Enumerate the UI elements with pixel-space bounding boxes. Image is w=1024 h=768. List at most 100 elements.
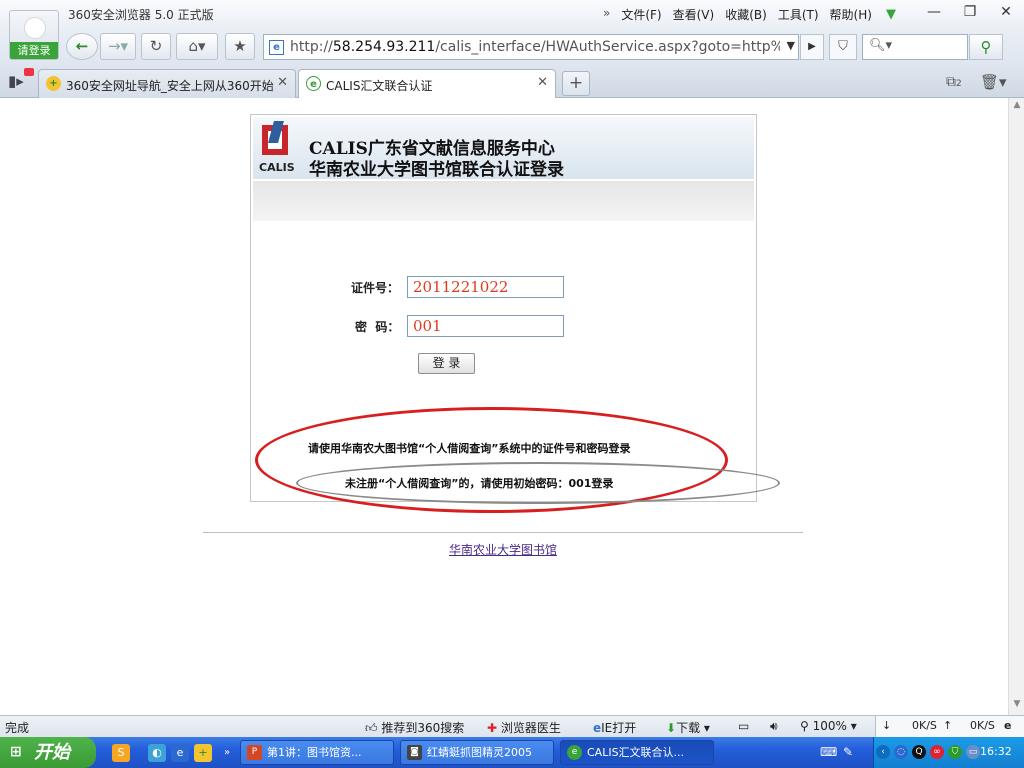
sidebar-toggle-icon[interactable]: ▮▸ [8,72,24,90]
tab-label: CALIS汇文联合认证 [326,79,433,93]
home-icon: ⌂▾ [188,37,206,55]
window-icon[interactable]: ▭ [738,719,749,733]
address-toolbar: ← →▾ ↻ ⌂▾ ★ e http://58.254.93.211/calis… [0,30,1024,64]
tab-bar: ▮▸ + 360安全网址导航_安全上网从360开始 ✕ e CALIS汇文联合认… [0,64,1024,99]
id-field[interactable]: 2011221022 [407,276,564,298]
tab-calis-auth[interactable]: e CALIS汇文联合认证 ✕ [298,69,556,99]
search-engine-icon[interactable]: 🔍︎▾ [869,38,892,53]
close-icon[interactable]: ✕ [277,75,288,90]
chevron-down-icon[interactable]: ▼ [787,39,795,52]
tab-360-navigation[interactable]: + 360安全网址导航_安全上网从360开始 ✕ [38,69,296,98]
star-icon: ★ [233,37,247,55]
page-icon: e [269,40,284,55]
tab-count-icon[interactable]: ⧉2 [946,74,962,90]
notification-badge [24,68,34,76]
volume-icon[interactable]: 🔊︎ [770,719,778,734]
title-bar: 360安全浏览器 5.0 正式版 » 文件(F) 查看(V) 收藏(B) 工具(… [0,0,1024,30]
tray-qq-icon[interactable]: Q [912,745,926,759]
ie-open-button[interactable]: eIE打开 [593,719,636,736]
scroll-up-icon[interactable]: ▲ [1011,100,1023,114]
windows-flag-icon: ⊞ [10,744,22,760]
arrow-left-icon: ← [75,37,89,55]
thumb-icon: 👍︎ [365,721,378,735]
quicklaunch-app-icon[interactable]: S [112,744,130,762]
download-speed: 0K/S [912,719,937,732]
home-button[interactable]: ⌂▾ [176,33,218,60]
go-button[interactable]: ▶ [800,34,824,60]
tab-label: 360安全网址导航_安全上网从360开始 [66,79,274,93]
quicklaunch-360-icon[interactable]: + [194,744,212,762]
quicklaunch-more-icon[interactable]: » [218,744,236,762]
powerpoint-icon: P [247,745,262,760]
taskbar-item-browser[interactable]: e CALIS汇文联合认... [560,740,714,765]
taskbar-item-screenshot-tool[interactable]: ◙ 红蜻蜓抓图精灵2005 [400,740,554,765]
status-text: 完成 [5,721,30,735]
restore-button[interactable]: ❐ [952,2,988,24]
app-title: 360安全浏览器 5.0 正式版 [68,8,214,22]
tray-arrow-icon[interactable]: ‹ [876,745,890,759]
menu-view[interactable]: 查看(V) [673,6,715,23]
close-button[interactable]: ✕ [988,2,1024,24]
ie-mode-icon[interactable]: e [1004,719,1011,732]
zoom-control[interactable]: ⚲ 100% ▾ [800,719,857,733]
tray-antivirus-icon[interactable]: ∞ [930,745,944,759]
back-button[interactable]: ← [66,33,98,60]
tray-monitor-icon[interactable]: ▭ [966,745,980,759]
tray-network-icon[interactable]: ◌ [894,745,908,759]
search-button[interactable]: ⚲ [969,34,1003,60]
address-bar[interactable]: e http://58.254.93.211/calis_interface/H… [263,34,799,60]
password-field[interactable]: 001 [407,315,564,337]
password-label: 密 码： [355,320,400,334]
menu-more-icon[interactable]: » [603,6,610,23]
skin-icon[interactable]: ▼ [886,7,896,22]
user-avatar[interactable]: 请登录 [9,10,59,60]
security-button[interactable]: ⛉ [829,34,857,60]
clock[interactable]: 16:32 [980,745,1012,758]
reload-button[interactable]: ↻ [141,33,171,60]
pen-icon[interactable]: ✎ [843,745,853,759]
url-text[interactable]: http://58.254.93.211/calis_interface/HWA… [290,39,780,55]
download-button[interactable]: ⬇下载 ▾ [666,719,710,736]
scroll-down-icon[interactable]: ▼ [1011,699,1023,713]
window-controls: — ❐ ✕ [916,2,1024,24]
favorite-button[interactable]: ★ [225,33,255,60]
taskbar-item-ppt[interactable]: P 第1讲：图书馆资... [240,740,394,765]
menu-file[interactable]: 文件(F) [621,6,661,23]
plus-icon: + [568,73,584,93]
download-icon: ⬇ [666,721,677,735]
page-title: 华南农业大学图书馆联合认证登录 [309,160,564,180]
arrow-right-icon: →▾ [107,37,129,55]
close-icon[interactable]: ✕ [537,75,548,90]
medkit-icon: ✚ [487,721,498,735]
trash-icon[interactable]: 🗑︎▾ [980,73,1007,91]
login-label[interactable]: 请登录 [10,42,58,59]
refresh-icon: ↻ [149,37,163,55]
menu-help[interactable]: 帮助(H) [830,6,872,23]
magnifier-icon: ⚲ [800,719,809,733]
login-button[interactable]: 登 录 [418,353,475,374]
menu-favorites[interactable]: 收藏(B) [725,6,767,23]
library-link[interactable]: 华南农业大学图书馆 [449,541,557,558]
keyboard-icon[interactable]: ⌨ [820,745,837,759]
vertical-scrollbar[interactable]: ▲ ▼ [1008,98,1024,715]
network-speed: ↓ 0K/S ↑ 0K/S e [875,716,1024,737]
browser-doctor-button[interactable]: ✚ 浏览器医生 [487,719,561,736]
panel-header: CALIS CALIS广东省文献信息服务中心 华南农业大学图书馆联合认证登录 [253,117,754,180]
download-arrow-icon: ↓ [882,719,892,732]
search-input[interactable]: 🔍︎▾ [862,34,968,60]
upload-arrow-icon: ↑ [943,719,953,732]
forward-button[interactable]: →▾ [100,33,136,60]
menu-tools[interactable]: 工具(T) [778,6,819,23]
recommend-button[interactable]: 👍︎ 推荐到360搜索 [365,719,464,736]
browser-icon: e [567,745,582,760]
start-button[interactable]: ⊞ 开始 [0,737,96,768]
tray-shield-icon[interactable]: ⛉ [948,745,962,759]
quicklaunch-ie-icon[interactable]: e [171,744,189,762]
new-tab-button[interactable]: + [562,71,590,96]
id-label: 证件号： [351,281,400,295]
shield-icon: ⛉ [838,39,848,54]
quicklaunch-desktop-icon[interactable]: ◐ [148,744,166,762]
logo-text: CALIS [259,161,295,174]
camera-icon: ◙ [407,745,422,760]
minimize-button[interactable]: — [916,2,952,24]
